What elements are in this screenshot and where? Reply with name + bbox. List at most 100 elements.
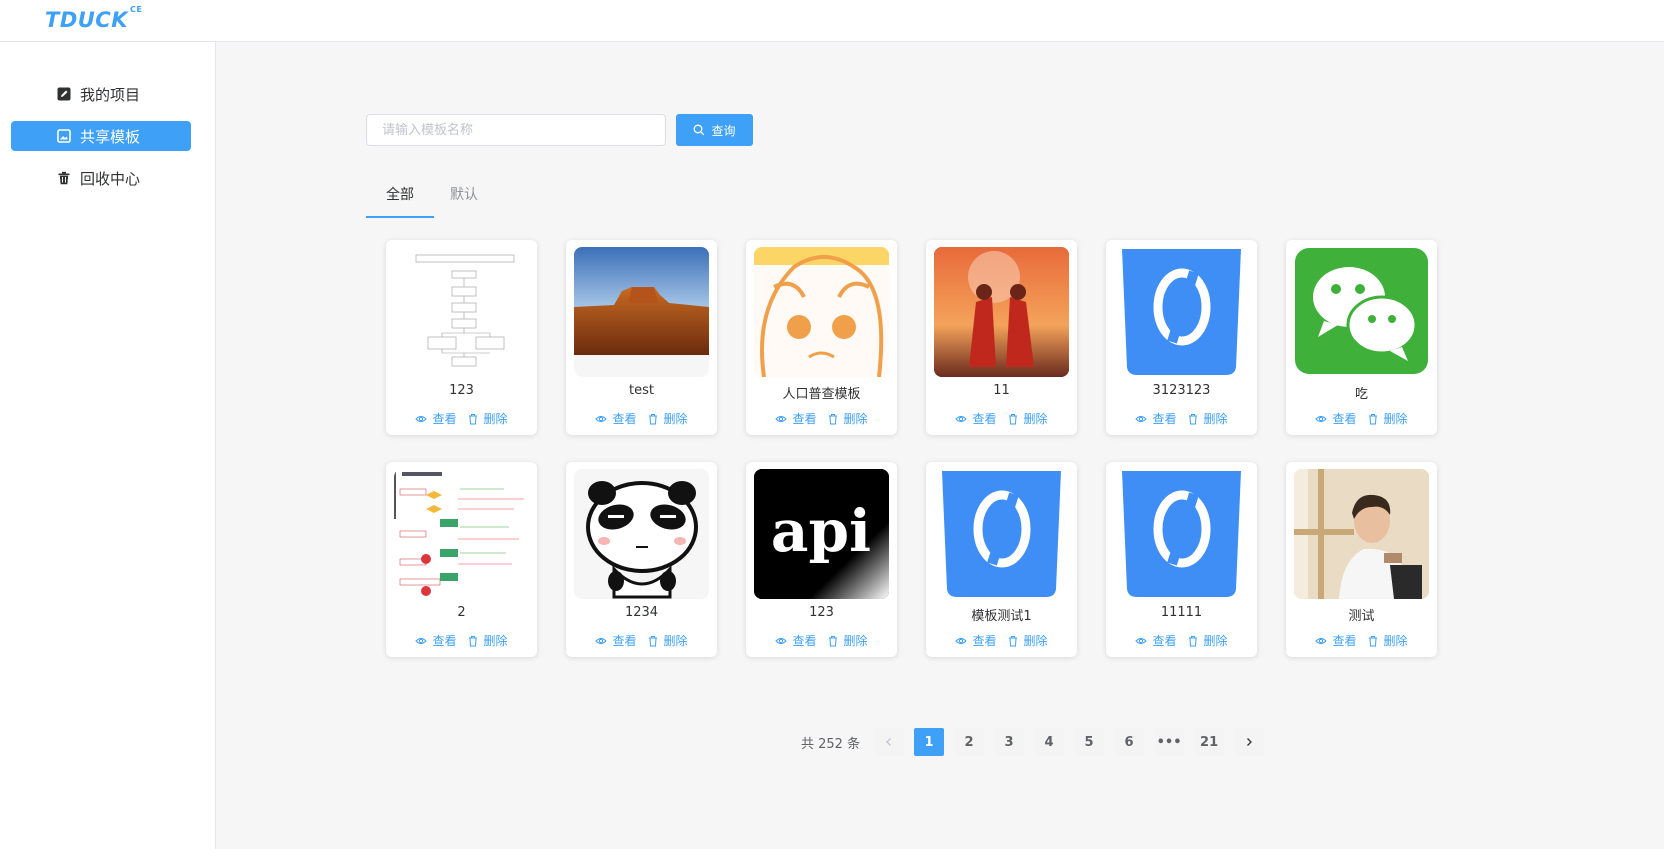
delete-label: 删除 bbox=[1203, 634, 1228, 648]
template-card[interactable]: 模板测试1 查看 删除 bbox=[926, 462, 1077, 657]
trash-icon bbox=[58, 171, 70, 185]
template-name: 1234 bbox=[624, 605, 659, 620]
trash-icon bbox=[828, 635, 837, 646]
page-button[interactable]: 5 bbox=[1074, 728, 1105, 756]
sidebar-item-my-projects[interactable]: 我的项目 bbox=[11, 79, 191, 109]
delete-button[interactable]: 删除 bbox=[827, 632, 868, 649]
logo[interactable]: TDUCK CE bbox=[45, 5, 143, 32]
template-name: 11 bbox=[993, 383, 1010, 398]
delete-button[interactable]: 删除 bbox=[467, 410, 508, 427]
view-button[interactable]: 查看 bbox=[775, 632, 817, 649]
svg-text:api: api bbox=[771, 497, 871, 565]
trash-icon bbox=[1368, 413, 1377, 424]
main-content: 查询 全部 默认 bbox=[216, 42, 1664, 849]
template-name: 人口普查模板 bbox=[782, 387, 861, 402]
delete-button[interactable]: 删除 bbox=[827, 410, 868, 427]
eye-icon bbox=[1315, 637, 1328, 644]
eye-icon bbox=[595, 637, 608, 644]
eye-icon bbox=[1135, 415, 1148, 422]
page-button[interactable]: 4 bbox=[1034, 728, 1065, 756]
template-card[interactable]: api 123 查看 删除 bbox=[746, 462, 897, 657]
chevron-left-icon bbox=[886, 738, 892, 746]
view-label: 查看 bbox=[972, 634, 997, 648]
delete-button[interactable]: 删除 bbox=[1367, 632, 1408, 649]
delete-label: 删除 bbox=[1023, 634, 1048, 648]
delete-label: 删除 bbox=[1383, 412, 1408, 426]
tab-default[interactable]: 默认 bbox=[450, 178, 478, 218]
template-card[interactable]: 吃 查看 删除 bbox=[1286, 240, 1437, 435]
sidebar-item-label: 共享模板 bbox=[80, 127, 141, 146]
trash-icon bbox=[468, 413, 477, 424]
total-count: 共 252 条 bbox=[801, 736, 861, 752]
chevron-right-icon bbox=[1247, 738, 1252, 746]
template-card[interactable]: 11111 查看 删除 bbox=[1106, 462, 1257, 657]
template-thumbnail bbox=[394, 469, 529, 599]
delete-button[interactable]: 删除 bbox=[647, 410, 688, 427]
card-actions: 查看 删除 bbox=[566, 632, 717, 649]
view-button[interactable]: 查看 bbox=[1315, 632, 1357, 649]
page-button[interactable]: 1 bbox=[914, 728, 945, 756]
trash-icon bbox=[1188, 413, 1197, 424]
template-thumbnail bbox=[1294, 469, 1429, 599]
view-button[interactable]: 查看 bbox=[415, 410, 457, 427]
card-actions: 查看 删除 bbox=[926, 410, 1077, 427]
view-label: 查看 bbox=[972, 412, 997, 426]
card-actions: 查看 删除 bbox=[1286, 410, 1437, 427]
template-card[interactable]: 测试 查看 删除 bbox=[1286, 462, 1437, 657]
next-page-button[interactable] bbox=[1234, 728, 1265, 756]
view-label: 查看 bbox=[792, 412, 817, 426]
pagination: 共 252 条 1 2 3 4 5 6 ••• 21 bbox=[801, 728, 1265, 756]
template-thumbnail: api bbox=[754, 469, 889, 599]
delete-button[interactable]: 删除 bbox=[1367, 410, 1408, 427]
search-button[interactable]: 查询 bbox=[676, 114, 753, 146]
sidebar-item-label: 我的项目 bbox=[80, 85, 141, 104]
tab-all[interactable]: 全部 bbox=[386, 178, 414, 218]
delete-button[interactable]: 删除 bbox=[1007, 632, 1048, 649]
sidebar-item-shared-templates[interactable]: 共享模板 bbox=[11, 121, 191, 151]
delete-button[interactable]: 删除 bbox=[647, 632, 688, 649]
template-name: 11111 bbox=[1160, 605, 1203, 620]
prev-page-button[interactable] bbox=[874, 728, 905, 756]
top-header: TDUCK CE bbox=[0, 0, 1664, 42]
delete-label: 删除 bbox=[663, 412, 688, 426]
template-card[interactable]: 2 查看 删除 bbox=[386, 462, 537, 657]
page-button[interactable]: 3 bbox=[994, 728, 1025, 756]
template-name: 吃 bbox=[1354, 387, 1368, 402]
template-card[interactable]: 11 查看 删除 bbox=[926, 240, 1077, 435]
template-card[interactable]: 3123123 查看 删除 bbox=[1106, 240, 1257, 435]
view-button[interactable]: 查看 bbox=[775, 410, 817, 427]
sidebar-item-label: 回收中心 bbox=[80, 169, 141, 188]
template-card[interactable]: 人口普查模板 查看 删除 bbox=[746, 240, 897, 435]
template-card[interactable]: 123 查看 删除 bbox=[386, 240, 537, 435]
view-button[interactable]: 查看 bbox=[595, 632, 637, 649]
view-button[interactable]: 查看 bbox=[955, 410, 997, 427]
view-button[interactable]: 查看 bbox=[955, 632, 997, 649]
template-name: 123 bbox=[449, 383, 474, 398]
delete-button[interactable]: 删除 bbox=[1007, 410, 1048, 427]
search-icon bbox=[694, 124, 705, 136]
delete-label: 删除 bbox=[663, 634, 688, 648]
template-thumbnail bbox=[574, 247, 709, 377]
delete-button[interactable]: 删除 bbox=[467, 632, 508, 649]
view-button[interactable]: 查看 bbox=[1315, 410, 1357, 427]
view-button[interactable]: 查看 bbox=[1135, 632, 1177, 649]
view-button[interactable]: 查看 bbox=[415, 632, 457, 649]
page-button[interactable]: 2 bbox=[954, 728, 985, 756]
view-button[interactable]: 查看 bbox=[1135, 410, 1177, 427]
eye-icon bbox=[1315, 415, 1328, 422]
sidebar: 我的项目 共享模板 回收中心 bbox=[0, 42, 216, 849]
sidebar-item-recycle[interactable]: 回收中心 bbox=[11, 163, 191, 193]
delete-button[interactable]: 删除 bbox=[1187, 410, 1228, 427]
template-search-input[interactable] bbox=[366, 114, 666, 146]
eye-icon bbox=[955, 637, 968, 644]
delete-button[interactable]: 删除 bbox=[1187, 632, 1228, 649]
template-card[interactable]: 1234 查看 删除 bbox=[566, 462, 717, 657]
page-button[interactable]: 6 bbox=[1114, 728, 1145, 756]
template-name: 123 bbox=[809, 605, 834, 620]
more-pages-button[interactable]: ••• bbox=[1154, 728, 1185, 756]
page-button[interactable]: 21 bbox=[1194, 728, 1225, 756]
card-actions: 查看 删除 bbox=[386, 632, 537, 649]
view-button[interactable]: 查看 bbox=[595, 410, 637, 427]
logo-badge: CE bbox=[130, 5, 143, 14]
template-card[interactable]: test 查看 删除 bbox=[566, 240, 717, 435]
